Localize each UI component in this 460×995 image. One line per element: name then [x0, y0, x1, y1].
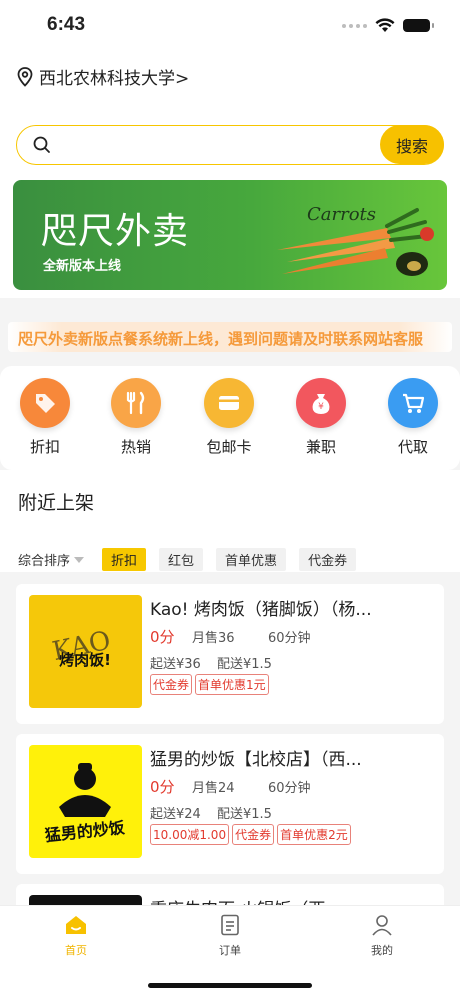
- svg-text:¥: ¥: [318, 402, 324, 412]
- location-name: 西北农林科技大学>: [39, 69, 190, 89]
- tab-label: 首页: [65, 944, 87, 957]
- category-label: 兼职: [305, 438, 336, 456]
- shop-stats: 0分 月售24 60分钟: [150, 776, 311, 797]
- category-pickup[interactable]: 代取: [378, 378, 448, 457]
- tag-icon: [20, 378, 70, 428]
- app-screen: 6:43 西北农林科技大学> 搜索 咫尺外卖 全新版本上线 Carrots 咫尺…: [0, 0, 460, 995]
- shop-fees: 起送¥24 配送¥1.5: [150, 803, 272, 822]
- category-grid: 折扣 热销 包邮卡 ¥ 兼职 代取: [0, 366, 460, 470]
- shop-logo: 猛男的炒饭: [29, 745, 142, 858]
- cart-icon: [388, 378, 438, 428]
- min-order: 起送¥24: [150, 807, 201, 822]
- home-indicator: [148, 983, 312, 988]
- tab-label: 订单: [219, 944, 241, 957]
- monthly-sales: 月售36: [192, 631, 235, 646]
- notice-bar: 咫尺外卖新版点餐系统新上线，遇到问题请及时联系网站客服: [0, 300, 460, 366]
- nearby-section: 附近上架 综合排序 折扣 红包 首单优惠 代金券: [0, 470, 460, 582]
- category-discount[interactable]: 折扣: [10, 378, 80, 457]
- banner-subtitle: 全新版本上线: [43, 259, 122, 274]
- promo-tag: 代金券: [232, 824, 275, 845]
- notice-marquee[interactable]: 咫尺外卖新版点餐系统新上线，遇到问题请及时联系网站客服: [8, 322, 452, 352]
- profile-icon: [372, 915, 392, 936]
- promo-tag: 首单优惠2元: [277, 824, 351, 845]
- min-order: 起送¥36: [150, 657, 201, 672]
- tab-home[interactable]: 首页: [36, 914, 116, 958]
- filter-chip-first-order[interactable]: 首单优惠: [216, 548, 287, 571]
- category-hot[interactable]: 热销: [101, 378, 171, 457]
- shop-logo: KAO 烤肉饭!: [29, 595, 142, 708]
- section-title: 附近上架: [18, 492, 95, 514]
- filter-bar: 综合排序 折扣 红包 首单优惠 代金券: [18, 548, 369, 571]
- bottom-tab-bar: 首页 订单 我的: [0, 905, 460, 995]
- battery-icon: [403, 19, 434, 32]
- category-label: 折扣: [29, 438, 60, 456]
- carrots-illustration: Carrots: [277, 204, 434, 276]
- svg-text:猛男的炒饭: 猛男的炒饭: [43, 818, 126, 845]
- caret-down-icon: [74, 556, 85, 563]
- shop-card[interactable]: KAO 烤肉饭! Kao! 烤肉饭（猪脚饭）（杨... 0分 月售36 60分钟…: [16, 584, 444, 724]
- tab-profile[interactable]: 我的: [342, 914, 422, 958]
- shop-fees: 起送¥36 配送¥1.5: [150, 653, 272, 672]
- banner-art-text: Carrots: [307, 204, 376, 225]
- home-icon: [66, 916, 86, 934]
- svg-text:烤肉饭!: 烤肉饭!: [59, 651, 111, 669]
- category-shipping-card[interactable]: 包邮卡: [194, 378, 264, 457]
- promo-tag: 代金券: [150, 674, 193, 695]
- banner-section: 咫尺外卖 全新版本上线 Carrots: [0, 170, 460, 298]
- sort-dropdown[interactable]: 综合排序: [18, 550, 85, 569]
- shop-name: 重庆牛肉面·火锅饭（西...: [150, 895, 440, 905]
- shop-logo: [29, 895, 142, 905]
- filter-chip-red-packet[interactable]: 红包: [159, 548, 204, 571]
- shop-card[interactable]: 重庆牛肉面·火锅饭（西...: [16, 884, 444, 905]
- category-part-time[interactable]: ¥ 兼职: [286, 378, 356, 457]
- card-icon: [204, 378, 254, 428]
- shop-name: 猛男的炒饭【北校店】（西...: [150, 750, 362, 770]
- header: 西北农林科技大学> 搜索: [0, 52, 460, 170]
- delivery-fee: 配送¥1.5: [217, 807, 272, 822]
- wifi-icon: [375, 18, 395, 32]
- shop-card[interactable]: 猛男的炒饭 猛男的炒饭【北校店】（西... 0分 月售24 60分钟 起送¥24…: [16, 734, 444, 874]
- promo-tag: 首单优惠1元: [195, 674, 269, 695]
- status-time: 6:43: [47, 14, 86, 35]
- monthly-sales: 月售24: [192, 781, 235, 796]
- category-label: 代取: [397, 438, 428, 456]
- location-pin-icon: [17, 66, 33, 87]
- category-label: 热销: [120, 438, 151, 456]
- shop-stats: 0分 月售36 60分钟: [150, 626, 311, 647]
- filter-chip-voucher[interactable]: 代金券: [299, 548, 357, 571]
- money-bag-icon: ¥: [296, 378, 346, 428]
- status-bar: 6:43: [0, 0, 460, 52]
- filter-chip-discount[interactable]: 折扣: [102, 548, 147, 571]
- promo-tag: 10.00减1.00: [150, 824, 230, 845]
- shop-list: KAO 烤肉饭! Kao! 烤肉饭（猪脚饭）（杨... 0分 月售36 60分钟…: [0, 572, 460, 905]
- search-button[interactable]: 搜索: [380, 125, 444, 164]
- delivery-time: 60分钟: [268, 631, 311, 646]
- notice-text: 咫尺外卖新版点餐系统新上线，遇到问题请及时联系网站客服: [18, 330, 424, 348]
- shop-score: 0分: [150, 778, 175, 796]
- status-icons: [342, 18, 434, 33]
- banner-title: 咫尺外卖: [41, 211, 190, 252]
- shop-score: 0分: [150, 628, 175, 646]
- location-selector[interactable]: 西北农林科技大学>: [17, 64, 189, 89]
- search-bar[interactable]: 搜索: [16, 125, 444, 165]
- shop-name: Kao! 烤肉饭（猪脚饭）（杨...: [150, 600, 372, 620]
- promo-banner[interactable]: 咫尺外卖 全新版本上线 Carrots: [13, 180, 447, 290]
- delivery-time: 60分钟: [268, 781, 311, 796]
- cellular-signal-icon: [342, 23, 367, 28]
- promo-tags: 代金券 首单优惠1元: [150, 674, 269, 695]
- category-label: 包邮卡: [206, 438, 252, 456]
- tab-label: 我的: [371, 944, 393, 957]
- tab-orders[interactable]: 订单: [190, 914, 270, 958]
- sort-label: 综合排序: [18, 554, 71, 569]
- order-icon: [221, 914, 239, 936]
- search-icon: [33, 136, 50, 153]
- fork-knife-icon: [111, 378, 161, 428]
- delivery-fee: 配送¥1.5: [217, 657, 272, 672]
- promo-tags: 10.00减1.00 代金券 首单优惠2元: [150, 824, 351, 845]
